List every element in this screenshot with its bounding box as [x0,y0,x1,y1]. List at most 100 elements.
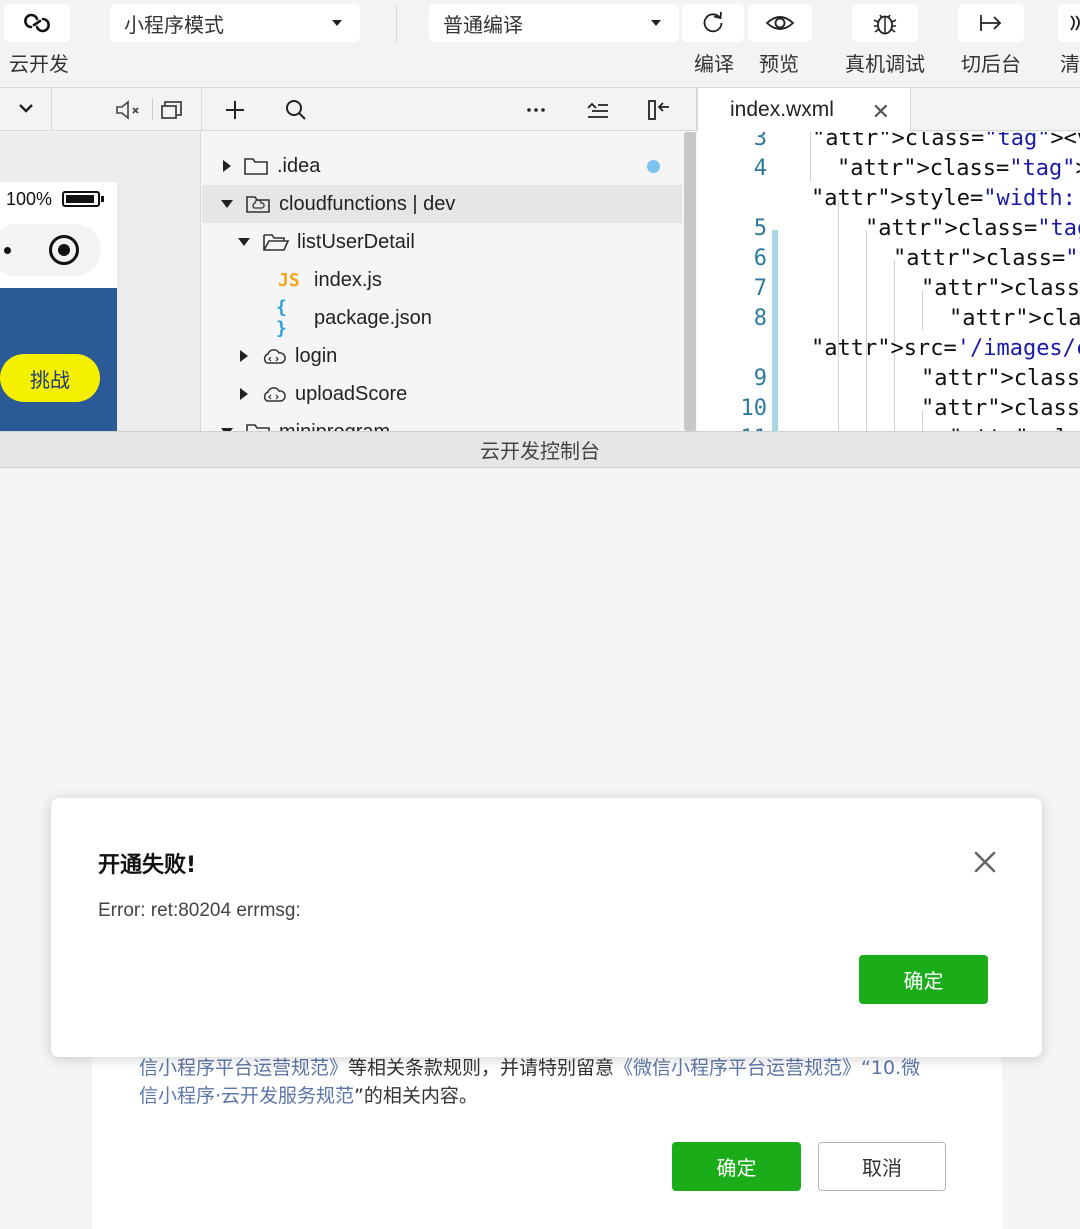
mode-select[interactable]: 小程序模式 [110,4,360,42]
file-explorer: .idea cloudfunctions | dev listUserDetai… [202,132,696,431]
code-line: "attr">style="width: 100%"> [811,186,1076,211]
tab-label: index.wxml [730,98,834,121]
mode-select-value: 小程序模式 [124,12,224,37]
agreement-text-part: ”的相关内容。 [354,1085,478,1107]
code-line: "attr">src='/images/create- [811,336,1080,361]
error-dialog: 开通失败! Error: ret:80204 errmsg: 确定 [51,798,1042,1057]
mute-icon[interactable] [114,99,144,121]
cloud-dev-label: 云开发 [9,52,69,76]
capsule-menu[interactable] [0,224,101,276]
tree-item-idea[interactable]: .idea [202,147,682,185]
chevron-down-icon [221,200,233,208]
open-folder-icon [263,234,290,251]
explorer-scrollbar[interactable] [684,132,696,431]
panel-header-bar [0,88,1080,131]
eye-icon [765,16,795,30]
folder-icon [244,158,268,175]
code-line: "attr">class="tag"></view> [921,366,1080,391]
battery-icon [62,191,100,207]
toolbar-divider [396,6,397,42]
battery-percentage: 100% [6,189,53,209]
separator [152,98,153,120]
agreement-confirm-button[interactable]: 确定 [672,1142,801,1191]
bug-icon [873,14,897,35]
terms-link[interactable]: 《微信小程序平台运营规范》 [614,1057,861,1079]
code-line: "attr">class="tag"><view "attr">class="r [893,246,1080,271]
tree-item-index-js[interactable]: JS index.js [202,261,682,299]
tree-item-label: index.js [314,268,382,291]
line-number: 8 [753,306,767,331]
window-icon[interactable] [160,99,184,121]
code-line: "attr">class="tag"><view> [921,396,1080,421]
device-debug-label: 真机调试 [845,52,925,76]
explorer-controls [202,88,697,131]
chevron-down-icon [332,20,342,26]
simulator-panel: 100% 挑战 [0,132,201,431]
device-select[interactable] [0,88,52,131]
add-icon[interactable] [224,99,246,121]
agreement-cancel-button[interactable]: 取消 [818,1142,946,1191]
cloud-function-icon [263,387,286,402]
js-file-icon: JS [278,269,300,291]
refresh-icon [703,11,723,33]
code-editor[interactable]: 34567891011 "attr">class="tag"><view "at… [697,132,1080,431]
more-icon[interactable] [526,106,546,114]
indent-guide [866,230,867,431]
menu-dot-icon[interactable] [4,247,11,254]
tree-item-uploadscore[interactable]: uploadScore [202,375,682,413]
tree-item-label: listUserDetail [297,230,415,253]
close-icon[interactable]: ✕ [872,99,890,125]
split-panel-icon[interactable] [646,98,672,122]
code-line: "attr">class="tag"><view "attr">class="r… [865,216,1080,241]
error-confirm-button[interactable]: 确定 [859,955,988,1004]
code-line: "attr">class="tag"><image cla [949,306,1080,331]
preview-button[interactable] [748,4,812,42]
background-button[interactable] [958,4,1024,42]
line-number: 5 [753,216,767,241]
tree-item-cloudfunctions[interactable]: cloudfunctions | dev [202,185,682,223]
line-number: 4 [753,156,767,181]
compile-label: 编译 [694,52,734,76]
battery-tip [101,196,104,202]
code-line: "attr">class="tag"><view> [921,276,1080,301]
close-icon[interactable] [971,848,999,876]
cloud-folder-icon [246,196,270,213]
device-debug-button[interactable] [852,4,918,42]
line-number: 3 [753,132,767,151]
phone-screen: 100% 挑战 [0,182,117,431]
tree-item-login[interactable]: login [202,337,682,375]
background-label: 切后台 [961,52,1021,76]
line-number: 6 [753,246,767,271]
tree-item-label: cloudfunctions | dev [279,192,456,215]
line-number: 7 [753,276,767,301]
cloud-dev-button[interactable] [4,4,70,42]
compile-button[interactable] [682,4,744,42]
chevron-right-icon [240,350,248,362]
terms-link[interactable]: “10.微 [861,1057,920,1079]
compile-select-value: 普通编译 [443,12,523,37]
tab-index-wxml[interactable]: index.wxml ✕ [697,88,911,132]
clear-cache-button[interactable] [1058,4,1080,42]
change-gutter-marker [772,230,778,431]
agreement-text: 信小程序平台运营规范》等相关条款规则，并请特别留意《微信小程序平台运营规范》“1… [139,1054,969,1110]
terms-link[interactable]: 信小程序平台运营规范》 [139,1057,348,1079]
error-message: Error: ret:80204 errmsg: [98,900,301,921]
preview-label: 预览 [759,52,799,76]
line-number: 9 [753,366,767,391]
code-line: "attr">class="tag"><view "attr">class="c… [812,132,1080,151]
compile-select[interactable]: 普通编译 [429,4,679,42]
tree-item-listuserdetail[interactable]: listUserDetail [202,223,682,261]
terms-link[interactable]: 信小程序·云开发服务规范 [139,1085,354,1107]
collapse-icon[interactable] [586,100,610,120]
challenge-button[interactable]: 挑战 [0,354,100,402]
close-capsule-icon[interactable] [49,235,79,265]
tree-item-package-json[interactable]: { } package.json [202,297,682,339]
search-icon[interactable] [284,98,308,122]
indent-guide [838,200,839,431]
agreement-text-part: 等相关条款规则，并请特别留意 [348,1057,615,1079]
json-file-icon: { } [276,297,287,339]
indent-guide [810,132,811,182]
code-line: "attr">class="tag"><scroll-view class [837,156,1080,181]
clear-icon [1070,15,1080,31]
tree-item-miniprogram[interactable]: miniprogram [202,413,682,431]
